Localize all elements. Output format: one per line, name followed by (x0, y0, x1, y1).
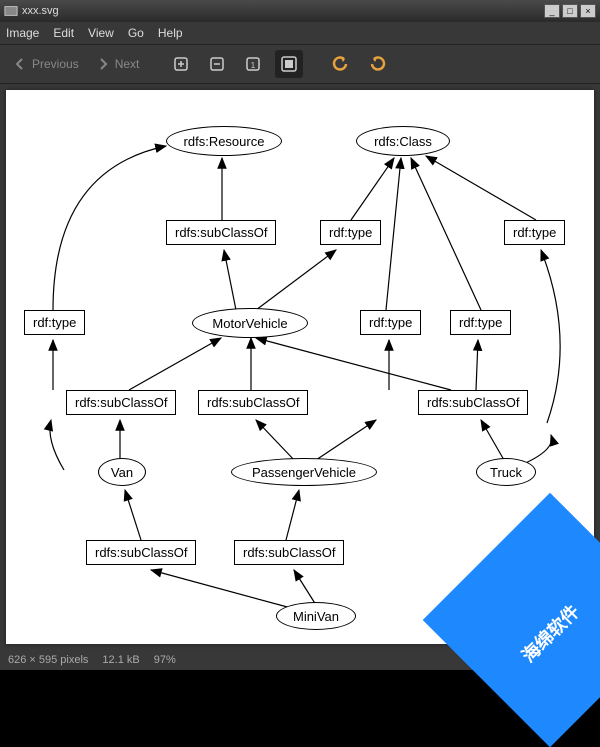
edge-type-2: rdf:type (504, 220, 565, 245)
arrow-left-icon (12, 56, 28, 72)
node-van: Van (98, 458, 146, 486)
menu-edit[interactable]: Edit (53, 26, 74, 40)
rotate-right-icon (368, 55, 386, 73)
zoom-original-icon: 1 (244, 55, 262, 73)
zoom-out-icon (208, 55, 226, 73)
edge-subclassof-1: rdfs:subClassOf (166, 220, 276, 245)
edge-type-5: rdf:type (450, 310, 511, 335)
zoom-in-icon (172, 55, 190, 73)
node-minivan: MiniVan (276, 602, 356, 630)
status-dimensions: 626 × 595 pixels (8, 654, 88, 666)
zoom-fit-icon (280, 55, 298, 73)
rotate-right-button[interactable] (363, 50, 391, 78)
menu-help[interactable]: Help (158, 26, 183, 40)
previous-label: Previous (32, 57, 79, 71)
zoom-out-button[interactable] (203, 50, 231, 78)
minimize-button[interactable]: _ (544, 4, 560, 18)
edge-subclassof-2: rdfs:subClassOf (66, 390, 176, 415)
edge-subclassof-3: rdfs:subClassOf (198, 390, 308, 415)
maximize-button[interactable]: □ (562, 4, 578, 18)
node-resource: rdfs:Resource (166, 126, 282, 156)
window-title: xxx.svg (22, 5, 59, 17)
node-passengervehicle: PassengerVehicle (231, 458, 377, 486)
node-class: rdfs:Class (356, 126, 450, 156)
edge-type-1: rdf:type (320, 220, 381, 245)
menu-view[interactable]: View (88, 26, 114, 40)
close-button[interactable]: × (580, 4, 596, 18)
menu-go[interactable]: Go (128, 26, 144, 40)
menubar: Image Edit View Go Help (0, 22, 600, 44)
node-truck: Truck (476, 458, 536, 486)
rotate-left-button[interactable] (327, 50, 355, 78)
status-filesize: 12.1 kB (102, 654, 139, 666)
previous-button[interactable]: Previous (8, 54, 83, 74)
edge-type-4: rdf:type (360, 310, 421, 335)
next-label: Next (115, 57, 140, 71)
svg-text:1: 1 (251, 61, 256, 70)
window-titlebar: xxx.svg _ □ × (0, 0, 600, 22)
menu-image[interactable]: Image (6, 26, 39, 40)
next-button[interactable]: Next (91, 54, 144, 74)
zoom-fit-button[interactable] (275, 50, 303, 78)
zoom-in-button[interactable] (167, 50, 195, 78)
edge-subclassof-4: rdfs:subClassOf (418, 390, 528, 415)
status-zoom: 97% (154, 654, 176, 666)
arrow-right-icon (95, 56, 111, 72)
zoom-original-button[interactable]: 1 (239, 50, 267, 78)
edge-subclassof-5: rdfs:subClassOf (86, 540, 196, 565)
toolbar: Previous Next 1 (0, 44, 600, 84)
rotate-left-icon (332, 55, 350, 73)
node-motorvehicle: MotorVehicle (192, 308, 308, 338)
edge-type-3: rdf:type (24, 310, 85, 335)
app-icon (4, 4, 18, 18)
edge-subclassof-6: rdfs:subClassOf (234, 540, 344, 565)
